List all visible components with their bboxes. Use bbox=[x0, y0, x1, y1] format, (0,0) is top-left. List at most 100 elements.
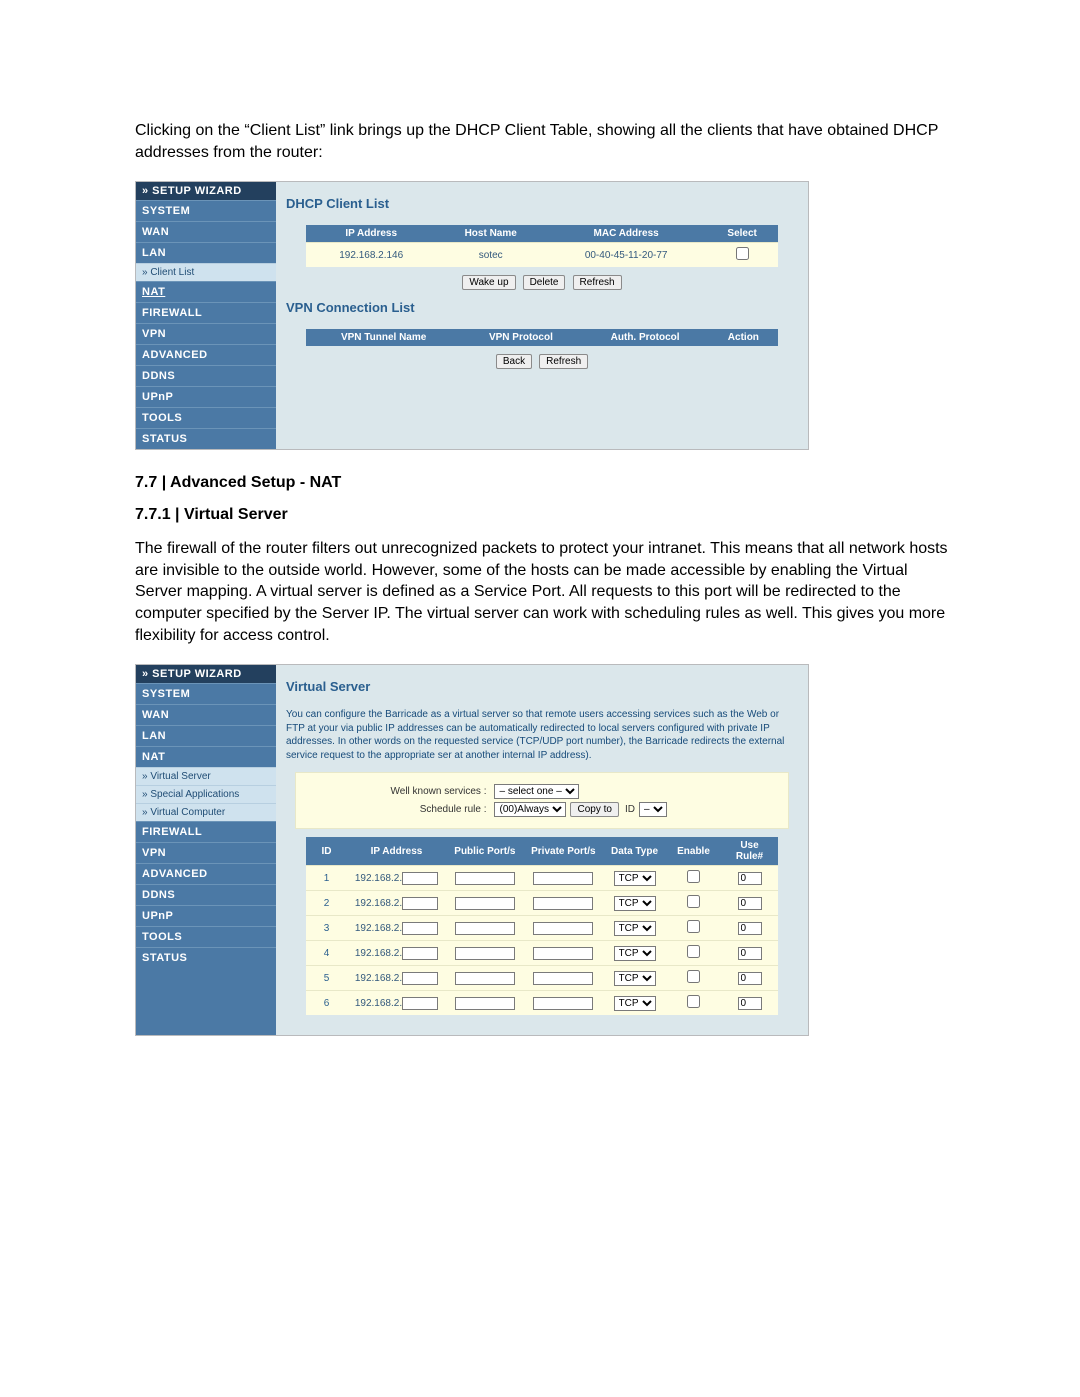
ip-suffix-input[interactable] bbox=[402, 947, 438, 960]
setup-wizard-link[interactable]: » SETUP WIZARD bbox=[136, 665, 276, 683]
sidebar-item-upnp[interactable]: UPnP bbox=[136, 386, 276, 407]
private-port-input[interactable] bbox=[533, 972, 593, 985]
cell-use-rule bbox=[722, 916, 778, 941]
sidebar-item-lan[interactable]: LAN bbox=[136, 725, 276, 746]
private-port-input[interactable] bbox=[533, 872, 593, 885]
sidebar-item-upnp[interactable]: UPnP bbox=[136, 905, 276, 926]
sidebar-item-system[interactable]: SYSTEM bbox=[136, 200, 276, 221]
sidebar-subitem-virtual-computer[interactable]: » Virtual Computer bbox=[136, 803, 276, 821]
sidebar-item-firewall[interactable]: FIREWALL bbox=[136, 302, 276, 323]
cell-data-type: TCP bbox=[604, 991, 666, 1016]
data-type-select[interactable]: TCP bbox=[614, 971, 656, 986]
content-virtual-server: Virtual Server You can configure the Bar… bbox=[276, 665, 808, 1035]
sidebar-item-firewall[interactable]: FIREWALL bbox=[136, 821, 276, 842]
enable-checkbox[interactable] bbox=[687, 895, 700, 908]
public-port-input[interactable] bbox=[455, 947, 515, 960]
dhcp-client-table: IP Address Host Name MAC Address Select … bbox=[306, 225, 777, 267]
enable-checkbox[interactable] bbox=[687, 870, 700, 883]
col-mac-address: MAC Address bbox=[545, 225, 706, 243]
cell-id: 4 bbox=[306, 941, 346, 966]
use-rule-input[interactable] bbox=[738, 922, 762, 935]
sidebar-item-status[interactable]: STATUS bbox=[136, 428, 276, 449]
use-rule-input[interactable] bbox=[738, 872, 762, 885]
sidebar-item-advanced[interactable]: ADVANCED bbox=[136, 344, 276, 365]
data-type-select[interactable]: TCP bbox=[614, 946, 656, 961]
sidebar-item-tools[interactable]: TOOLS bbox=[136, 926, 276, 947]
public-port-input[interactable] bbox=[455, 997, 515, 1010]
id-select[interactable]: – bbox=[639, 802, 667, 817]
sidebar-item-system[interactable]: SYSTEM bbox=[136, 683, 276, 704]
use-rule-input[interactable] bbox=[738, 972, 762, 985]
use-rule-input[interactable] bbox=[738, 897, 762, 910]
heading-7-7: 7.7 | Advanced Setup - NAT bbox=[135, 474, 950, 492]
private-port-input[interactable] bbox=[533, 947, 593, 960]
use-rule-input[interactable] bbox=[738, 997, 762, 1010]
data-type-select[interactable]: TCP bbox=[614, 921, 656, 936]
sidebar-item-vpn[interactable]: VPN bbox=[136, 323, 276, 344]
ip-suffix-input[interactable] bbox=[402, 972, 438, 985]
cell-mac: 00-40-45-11-20-77 bbox=[545, 243, 706, 268]
public-port-input[interactable] bbox=[455, 897, 515, 910]
wake-up-button[interactable]: Wake up bbox=[462, 275, 515, 290]
private-port-input[interactable] bbox=[533, 997, 593, 1010]
setup-wizard-link[interactable]: » SETUP WIZARD bbox=[136, 182, 276, 200]
refresh-button[interactable]: Refresh bbox=[573, 275, 622, 290]
col-enable: Enable bbox=[666, 837, 722, 866]
cell-ip: 192.168.2. bbox=[346, 866, 446, 891]
ip-suffix-input[interactable] bbox=[402, 922, 438, 935]
data-type-select[interactable]: TCP bbox=[614, 896, 656, 911]
cell-enable bbox=[666, 916, 722, 941]
sidebar-item-nat[interactable]: NAT bbox=[136, 746, 276, 767]
col-vpn-protocol: VPN Protocol bbox=[461, 329, 581, 346]
col-use-rule: Use Rule# bbox=[722, 837, 778, 866]
intro-paragraph: Clicking on the “Client List” link bring… bbox=[135, 120, 950, 163]
sidebar-item-tools[interactable]: TOOLS bbox=[136, 407, 276, 428]
enable-checkbox[interactable] bbox=[687, 995, 700, 1008]
sidebar-item-nat[interactable]: NAT bbox=[136, 281, 276, 302]
sidebar-item-lan[interactable]: LAN bbox=[136, 242, 276, 263]
public-port-input[interactable] bbox=[455, 922, 515, 935]
refresh-button-2[interactable]: Refresh bbox=[539, 354, 588, 369]
private-port-input[interactable] bbox=[533, 897, 593, 910]
sidebar-subitem-virtual-server[interactable]: » Virtual Server bbox=[136, 767, 276, 785]
schedule-rule-select[interactable]: (00)Always bbox=[494, 802, 566, 817]
enable-checkbox[interactable] bbox=[687, 920, 700, 933]
cell-data-type: TCP bbox=[604, 866, 666, 891]
select-checkbox[interactable] bbox=[736, 247, 749, 260]
sidebar-item-wan[interactable]: WAN bbox=[136, 221, 276, 242]
cell-public-port bbox=[446, 916, 523, 941]
public-port-input[interactable] bbox=[455, 872, 515, 885]
cell-public-port bbox=[446, 941, 523, 966]
private-port-input[interactable] bbox=[533, 922, 593, 935]
sidebar-subitem-special-applications[interactable]: » Special Applications bbox=[136, 785, 276, 803]
enable-checkbox[interactable] bbox=[687, 970, 700, 983]
ip-suffix-input[interactable] bbox=[402, 897, 438, 910]
cell-ip: 192.168.2. bbox=[346, 966, 446, 991]
public-port-input[interactable] bbox=[455, 972, 515, 985]
enable-checkbox[interactable] bbox=[687, 945, 700, 958]
sidebar-item-ddns[interactable]: DDNS bbox=[136, 884, 276, 905]
sidebar-item-wan[interactable]: WAN bbox=[136, 704, 276, 725]
vpn-connection-table: VPN Tunnel Name VPN Protocol Auth. Proto… bbox=[306, 329, 777, 346]
sidebar-item-ddns[interactable]: DDNS bbox=[136, 365, 276, 386]
col-select: Select bbox=[707, 225, 778, 243]
data-type-select[interactable]: TCP bbox=[614, 996, 656, 1011]
back-button[interactable]: Back bbox=[496, 354, 532, 369]
sidebar-item-advanced[interactable]: ADVANCED bbox=[136, 863, 276, 884]
cell-select bbox=[707, 243, 778, 268]
col-host-name: Host Name bbox=[436, 225, 546, 243]
cell-id: 6 bbox=[306, 991, 346, 1016]
ip-suffix-input[interactable] bbox=[402, 997, 438, 1010]
sidebar-item-status[interactable]: STATUS bbox=[136, 947, 276, 968]
use-rule-input[interactable] bbox=[738, 947, 762, 960]
schedule-rule-label: Schedule rule : bbox=[306, 804, 494, 815]
copy-to-button[interactable]: Copy to bbox=[570, 802, 618, 817]
delete-button[interactable]: Delete bbox=[523, 275, 566, 290]
ip-suffix-input[interactable] bbox=[402, 872, 438, 885]
well-known-services-select[interactable]: – select one – bbox=[494, 784, 579, 799]
cell-id: 3 bbox=[306, 916, 346, 941]
sidebar-subitem-client-list[interactable]: » Client List bbox=[136, 263, 276, 281]
data-type-select[interactable]: TCP bbox=[614, 871, 656, 886]
cell-public-port bbox=[446, 866, 523, 891]
sidebar-item-vpn[interactable]: VPN bbox=[136, 842, 276, 863]
